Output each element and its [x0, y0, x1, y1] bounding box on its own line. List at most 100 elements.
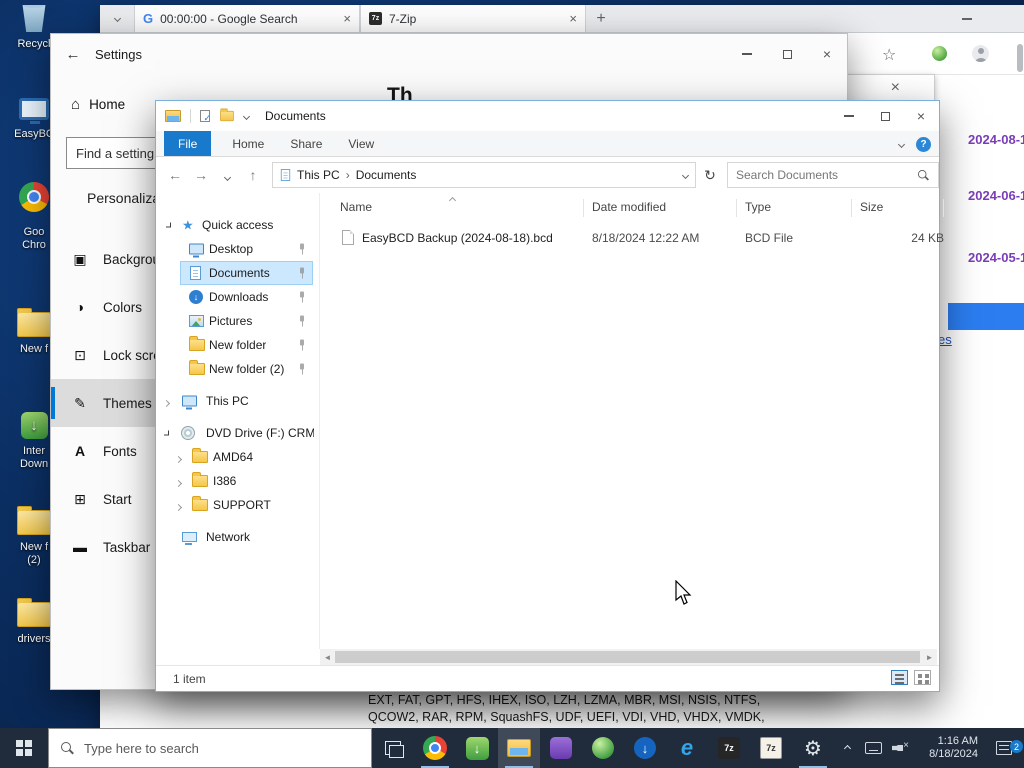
tray-volume[interactable] [886, 740, 912, 754]
page-link-fragment[interactable]: es [938, 332, 952, 347]
task-view-button[interactable] [372, 728, 414, 768]
settings-close-button[interactable]: × [807, 34, 847, 74]
column-header-size[interactable]: Size [860, 200, 883, 214]
settings-home-item[interactable]: Home [71, 96, 125, 113]
taskbar-app-purple[interactable] [540, 728, 582, 768]
thumbnails-view-button[interactable] [914, 670, 931, 685]
up-arrow-icon[interactable]: ↑ [240, 167, 266, 183]
chevron-collapsed-icon[interactable] [162, 399, 171, 408]
taskbar-settings[interactable] [792, 728, 834, 768]
explorer-minimize-button[interactable] [831, 101, 867, 131]
nav-support[interactable]: SUPPORT [156, 493, 317, 517]
history-date-link[interactable]: 2024-05-1 [968, 250, 1024, 265]
chevron-collapsed-icon[interactable] [174, 479, 183, 488]
breadcrumb[interactable]: This PC › Documents [272, 162, 696, 188]
taskbar-download-manager[interactable] [624, 728, 666, 768]
tab-7zip[interactable]: 7z 7-Zip × [360, 5, 586, 32]
nav-downloads[interactable]: Downloads [156, 285, 317, 309]
ribbon-tab-home[interactable]: Home [219, 131, 277, 156]
tab-close-icon[interactable]: × [569, 11, 577, 26]
taskbar-idm[interactable] [456, 728, 498, 768]
nav-pictures[interactable]: Pictures [156, 309, 317, 333]
history-date-link[interactable]: 2024-08-1 [968, 132, 1024, 147]
taskbar-app-green[interactable] [582, 728, 624, 768]
tab-google-search[interactable]: G 00:00:00 - Google Search × [134, 5, 360, 32]
divider[interactable] [943, 199, 944, 217]
explorer-maximize-button[interactable] [867, 101, 903, 131]
refresh-icon[interactable]: ↻ [696, 167, 724, 184]
forward-arrow-icon[interactable]: → [188, 167, 214, 183]
back-arrow-icon[interactable]: ← [51, 46, 95, 63]
details-view-button[interactable] [891, 670, 908, 685]
properties-icon[interactable] [200, 110, 211, 124]
tray-keyboard[interactable] [860, 742, 886, 754]
divider[interactable] [583, 199, 584, 217]
divider[interactable] [736, 199, 737, 217]
taskbar-chrome[interactable] [414, 728, 456, 768]
nav-this-pc[interactable]: This PC [156, 389, 317, 413]
chevron-collapsed-icon[interactable] [174, 455, 183, 464]
close-icon[interactable]: × [891, 79, 900, 97]
nav-new-folder-2[interactable]: New folder (2) [156, 357, 317, 381]
browser-minimize-button[interactable] [952, 5, 982, 33]
nav-dvd-drive[interactable]: DVD Drive (F:) CRMP [156, 421, 317, 445]
action-center-button[interactable]: 2 [984, 740, 1024, 755]
nav-quick-access[interactable]: Quick access [156, 213, 317, 237]
column-header-type[interactable]: Type [745, 200, 771, 214]
address-dropdown-icon[interactable] [681, 171, 690, 179]
scrollbar-thumb[interactable] [335, 651, 920, 663]
new-tab-button[interactable]: + [586, 5, 616, 32]
chevron-collapsed-icon[interactable] [174, 503, 183, 512]
ribbon-tab-share[interactable]: Share [277, 131, 335, 156]
qat-chevron-icon[interactable] [242, 112, 251, 120]
new-folder-icon[interactable] [220, 108, 234, 122]
start-button[interactable] [0, 728, 48, 768]
nav-amd64[interactable]: AMD64 [156, 445, 317, 469]
column-header-name[interactable]: Name [340, 200, 372, 214]
breadcrumb-current[interactable]: Documents [356, 168, 417, 182]
nav-desktop[interactable]: Desktop [156, 237, 317, 261]
taskbar-7zip-1[interactable]: 7z [708, 728, 750, 768]
file-icon [342, 230, 354, 245]
profile-icon[interactable] [972, 45, 989, 62]
explorer-search-input[interactable] [736, 168, 917, 182]
chevron-expanded-icon[interactable] [164, 430, 169, 436]
clock-time: 1:16 AM [937, 735, 978, 747]
help-icon[interactable] [916, 136, 931, 152]
extension-orb-icon[interactable] [932, 46, 947, 61]
nav-i386[interactable]: I386 [156, 469, 317, 493]
browser-scrollbar-thumb[interactable] [1017, 44, 1023, 72]
taskbar-file-explorer[interactable] [498, 728, 540, 768]
history-date-link[interactable]: 2024-06-1 [968, 188, 1024, 203]
nav-documents-selected[interactable]: Documents [156, 261, 317, 285]
column-header-date-modified[interactable]: Date modified [592, 200, 666, 214]
tray-expand-button[interactable] [834, 744, 860, 752]
explorer-search-box[interactable] [727, 162, 939, 188]
taskbar-internet-explorer[interactable]: e [666, 728, 708, 768]
ribbon-tab-view[interactable]: View [335, 131, 387, 156]
horizontal-scrollbar[interactable]: ◄ ► [320, 649, 937, 665]
bookmark-star-icon[interactable]: ☆ [882, 45, 896, 65]
tab-close-icon[interactable]: × [343, 11, 351, 26]
taskbar-search-input[interactable] [84, 740, 359, 756]
taskbar-search-box[interactable] [48, 728, 372, 768]
chevron-expanded-icon[interactable] [166, 222, 171, 228]
settings-maximize-button[interactable] [767, 34, 807, 74]
ribbon-tab-file[interactable]: File [164, 131, 212, 156]
scroll-left-icon[interactable]: ◄ [320, 649, 335, 665]
back-arrow-icon[interactable]: ← [162, 167, 188, 183]
fonts-icon [71, 443, 89, 459]
tab-list-button[interactable] [100, 5, 134, 32]
recent-locations-icon[interactable] [214, 167, 240, 183]
explorer-close-button[interactable]: × [903, 101, 939, 131]
file-row[interactable]: EasyBCD Backup (2024-08-18).bcd 8/18/202… [320, 229, 944, 249]
settings-minimize-button[interactable] [727, 34, 767, 74]
breadcrumb-root[interactable]: This PC [297, 168, 340, 182]
taskbar-7zip-2[interactable]: 7z [750, 728, 792, 768]
nav-new-folder[interactable]: New folder [156, 333, 317, 357]
expand-ribbon-icon[interactable] [897, 140, 906, 148]
divider[interactable] [851, 199, 852, 217]
taskbar-clock[interactable]: 1:16 AM 8/18/2024 [912, 735, 984, 761]
nav-network[interactable]: Network [156, 525, 317, 549]
scroll-right-icon[interactable]: ► [922, 649, 937, 665]
